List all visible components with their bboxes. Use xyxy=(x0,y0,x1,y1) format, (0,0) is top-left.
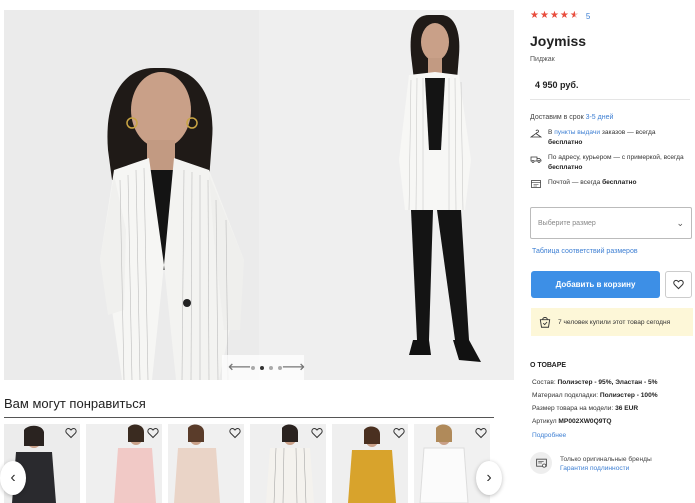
model-illustration-close xyxy=(4,10,259,380)
originality-title: Только оригинальные бренды xyxy=(560,456,652,463)
recommendation-card[interactable] xyxy=(168,424,244,503)
rating[interactable]: ★ ★ ★ ★ ★ 5 xyxy=(530,11,590,21)
post-free: бесплатно xyxy=(602,179,637,186)
product-price: 4 950 руб. xyxy=(535,80,579,90)
product-photo-full xyxy=(259,10,514,380)
heart-icon[interactable] xyxy=(311,427,323,439)
model-size-value: 36 EUR xyxy=(615,405,639,412)
arrow-left-icon[interactable]: ⟵ xyxy=(228,359,251,376)
recommendation-card[interactable] xyxy=(414,424,490,503)
delivery-option-courier: По адресу, курьером — с примеркой, всегд… xyxy=(530,153,690,173)
recommendations-carousel xyxy=(4,424,494,503)
sku-value: MP002XW0Q9TQ xyxy=(558,418,612,425)
lining-row: Материал подкладки: Полиэстер - 100% xyxy=(532,392,658,399)
recommendations-divider xyxy=(4,417,494,418)
chevron-right-icon: › xyxy=(486,469,492,486)
bought-today-banner: 7 человек купили этот товар сегодня xyxy=(531,308,693,336)
recommendation-card[interactable] xyxy=(250,424,326,503)
divider xyxy=(530,99,690,100)
courier-icon xyxy=(530,156,542,163)
product-gallery[interactable]: ⟵ ⟶ xyxy=(4,10,514,380)
model-illustration-full xyxy=(259,10,514,380)
star-icon: ★ xyxy=(539,10,549,21)
gallery-dot-active[interactable] xyxy=(259,365,264,370)
heart-icon[interactable] xyxy=(393,427,405,439)
gallery-dots xyxy=(250,365,282,370)
courier-text: По адресу, курьером — с примеркой, всегд… xyxy=(548,154,684,161)
size-select-placeholder: Выберите размер xyxy=(538,219,596,227)
recommendation-card[interactable] xyxy=(332,424,408,503)
delivery-time: Доставим в срок 3-5 дней xyxy=(530,114,613,121)
gallery-dot[interactable] xyxy=(250,365,255,370)
product-info-panel: ★ ★ ★ ★ ★ 5 Joymiss Пиджак 4 950 руб. До… xyxy=(530,0,695,503)
product-category: Пиджак xyxy=(530,56,555,63)
sku-row: Артикул MP002XW0Q9TQ xyxy=(532,418,612,425)
lining-value: Полиэстер - 100% xyxy=(599,392,658,399)
heart-icon[interactable] xyxy=(475,427,487,439)
chevron-left-icon: ‹ xyxy=(10,469,16,486)
model-size-row: Размер товара на модели: 36 EUR xyxy=(532,405,638,412)
courier-free: бесплатно xyxy=(548,164,583,171)
star-icon: ★ xyxy=(530,10,539,21)
hanger-icon xyxy=(530,129,542,138)
pickup-text-post: заказов — всегда xyxy=(600,129,656,136)
arrow-right-icon[interactable]: ⟶ xyxy=(282,359,305,376)
pickup-points-link[interactable]: пункты выдачи xyxy=(554,129,600,136)
certificate-icon xyxy=(530,452,552,474)
pickup-free: бесплатно xyxy=(548,139,583,146)
more-details-link[interactable]: Подробнее xyxy=(532,432,566,439)
composition-value: Полиэстер - 95%, Эластан - 5% xyxy=(557,379,658,386)
brand-name[interactable]: Joymiss xyxy=(530,33,586,49)
composition-row: Состав: Полиэстер - 95%, Эластан - 5% xyxy=(532,379,658,386)
delivery-option-post: Почтой — всегда бесплатно xyxy=(530,178,690,189)
gallery-dot[interactable] xyxy=(268,365,273,370)
recommendations-title: Вам могут понравиться xyxy=(4,396,146,411)
lining-label: Материал подкладки: xyxy=(532,392,600,399)
star-half-icon: ★ xyxy=(569,10,579,21)
authenticity-link[interactable]: Гарантия подлинности xyxy=(560,464,652,473)
product-photo-front xyxy=(4,10,259,380)
gallery-controls: ⟵ ⟶ xyxy=(222,355,305,380)
carousel-next-button[interactable]: › xyxy=(476,461,502,495)
composition-label: Состав: xyxy=(532,379,558,386)
heart-icon xyxy=(673,279,684,290)
heart-icon[interactable] xyxy=(65,427,77,439)
heart-icon[interactable] xyxy=(229,427,241,439)
about-title: О ТОВАРЕ xyxy=(530,362,567,369)
favorite-button[interactable] xyxy=(665,271,692,298)
add-to-cart-button[interactable]: Добавить в корзину xyxy=(531,271,660,298)
heart-icon[interactable] xyxy=(147,427,159,439)
delivery-time-label: Доставим в срок xyxy=(530,114,586,121)
size-table-link[interactable]: Таблица соответствий размеров xyxy=(532,248,638,255)
bought-today-text: 7 человек купили этот товар сегодня xyxy=(558,318,671,326)
size-select[interactable]: Выберите размер ⌄ xyxy=(530,207,692,239)
star-icon: ★ xyxy=(549,10,559,21)
sku-label: Артикул xyxy=(532,418,559,425)
post-text: Почтой — всегда xyxy=(548,179,603,186)
chevron-down-icon: ⌄ xyxy=(676,217,684,228)
star-icon: ★ xyxy=(559,10,569,21)
model-size-label: Размер товара на модели: xyxy=(532,405,616,412)
post-icon xyxy=(531,180,541,188)
originality-guarantee: Только оригинальные бренды Гарантия подл… xyxy=(530,452,652,474)
delivery-time-value[interactable]: 3-5 дней xyxy=(586,114,614,121)
recommendation-card[interactable] xyxy=(86,424,162,503)
carousel-prev-button[interactable]: ‹ xyxy=(0,461,26,495)
delivery-option-pickup: В пункты выдачи заказов — всегда бесплат… xyxy=(530,128,690,148)
cart-check-icon xyxy=(539,317,551,328)
rating-count[interactable]: 5 xyxy=(586,12,590,21)
